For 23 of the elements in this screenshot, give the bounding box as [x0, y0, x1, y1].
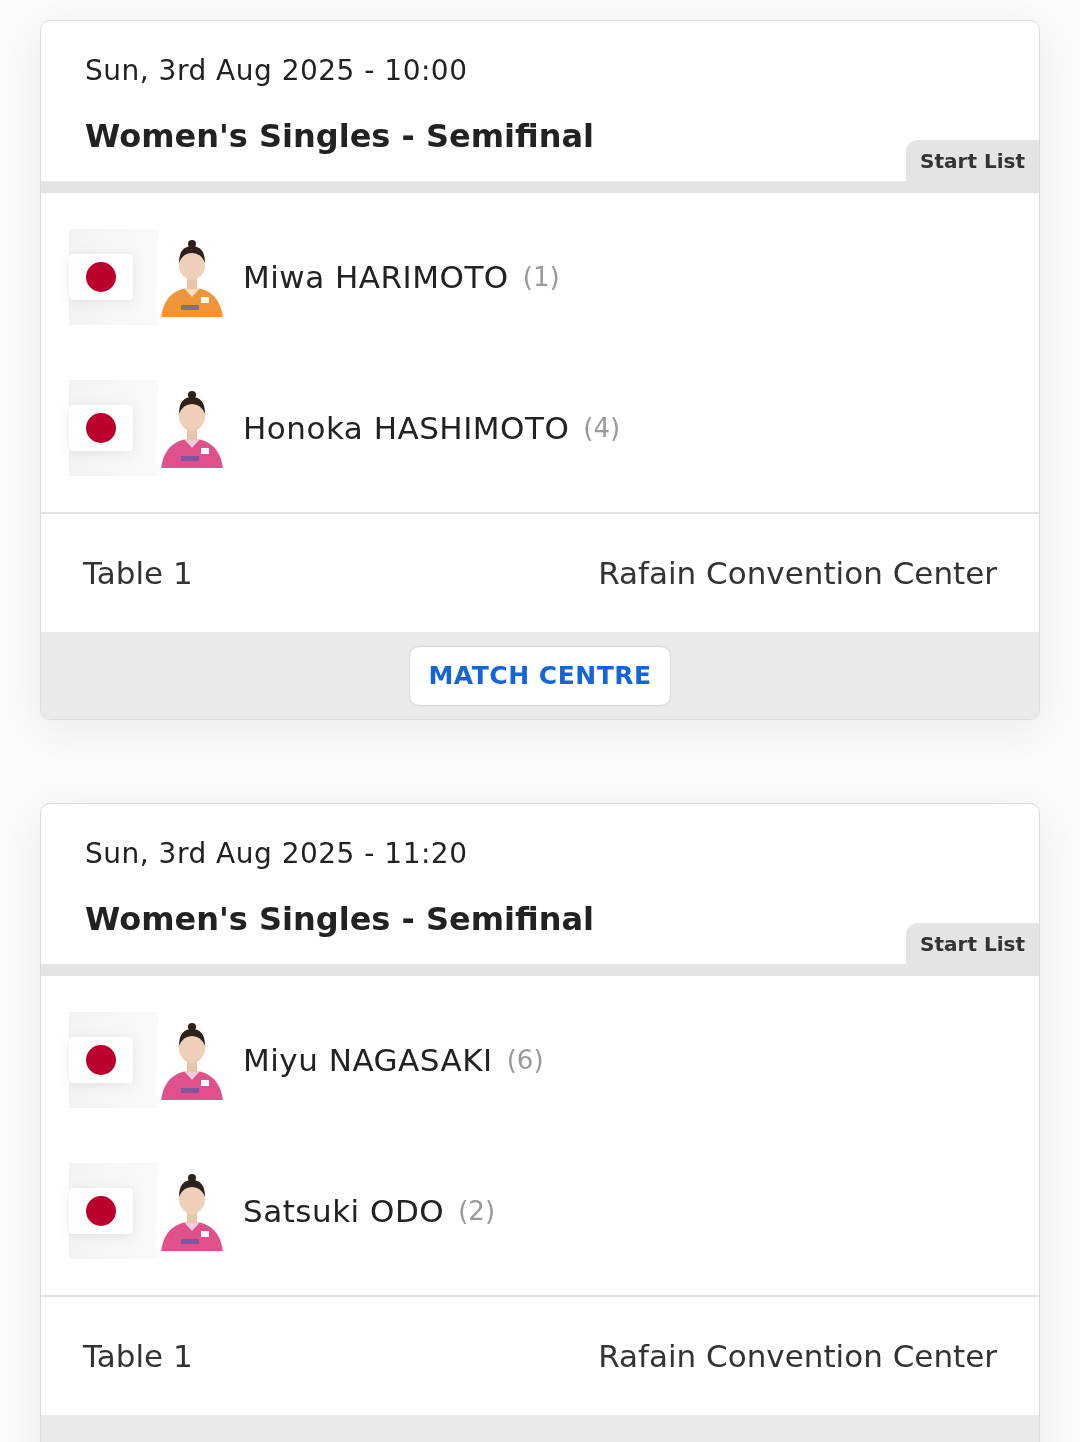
seed-number: (1) [522, 262, 560, 292]
start-list-tab[interactable]: Start List [906, 140, 1039, 181]
flag-icon [69, 1188, 133, 1234]
match-date-time: Sun, 3rd Aug 2025 - 11:20 [85, 836, 469, 870]
player-name[interactable]: Miwa HARIMOTO [243, 259, 509, 295]
seed-number: (2) [458, 1196, 496, 1226]
seed-number: (6) [506, 1045, 544, 1075]
player-name[interactable]: Satsuki ODO [243, 1193, 445, 1229]
match-centre-button[interactable]: MATCH CENTRE [409, 645, 671, 706]
seed-number: (4) [583, 413, 621, 443]
event-title: Women's Singles - Semifinal [85, 899, 596, 938]
event-title: Women's Singles - Semifinal [85, 116, 596, 155]
venue-name: Rafain Convention Center [598, 1338, 997, 1374]
flag-icon [69, 254, 133, 300]
player-name[interactable]: Miyu NAGASAKI [243, 1042, 493, 1078]
player-name[interactable]: Honoka HASHIMOTO [243, 410, 570, 446]
match-date-time: Sun, 3rd Aug 2025 - 10:00 [85, 53, 469, 87]
flag-icon [69, 405, 133, 451]
start-list-tab[interactable]: Start List [906, 923, 1039, 964]
flag-icon [69, 1037, 133, 1083]
venue-name: Rafain Convention Center [598, 555, 997, 591]
table-label: Table 1 [83, 1338, 193, 1374]
table-label: Table 1 [83, 555, 193, 591]
